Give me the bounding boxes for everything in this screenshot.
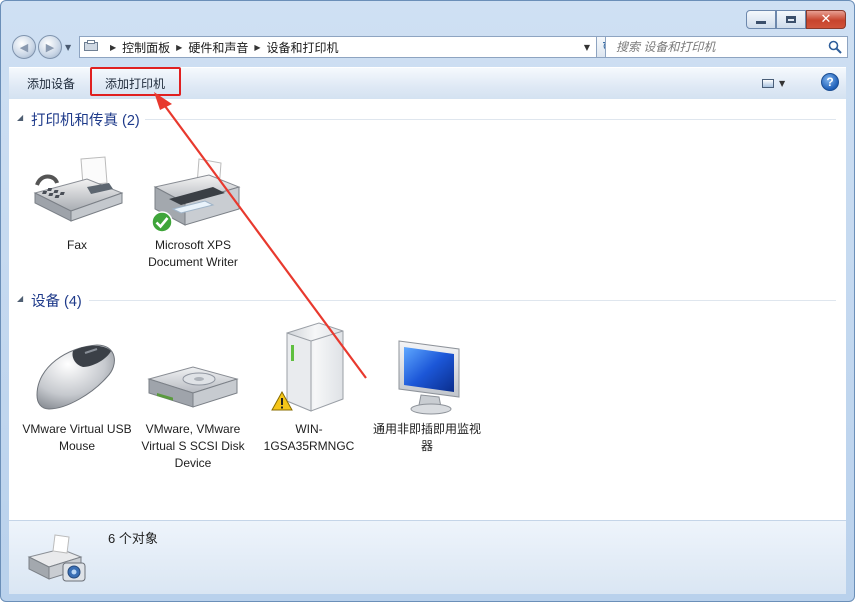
minimize-button[interactable]: [746, 10, 776, 29]
monitor-icon: [377, 337, 477, 421]
breadcrumb-devices-printers[interactable]: 设备和打印机: [267, 39, 339, 56]
warning-icon: [271, 391, 293, 411]
recent-pages-dropdown[interactable]: ▼: [65, 43, 71, 52]
breadcrumb-hardware-sound[interactable]: 硬件和声音: [188, 39, 248, 56]
search-input[interactable]: [614, 39, 818, 55]
default-check-icon: [151, 211, 173, 233]
printer-icon: [143, 153, 243, 237]
arrow-left-icon: ◀: [19, 40, 29, 54]
device-item-scsi-disk[interactable]: VMware, VMware Virtual S SCSI Disk Devic…: [141, 337, 245, 472]
minimize-icon: [756, 21, 766, 24]
group-header-printers[interactable]: ◢ 打印机和传真 (2): [9, 108, 846, 130]
device-item-fax[interactable]: Fax: [27, 153, 127, 254]
collapse-arrow-icon[interactable]: ◢: [17, 113, 23, 122]
chevron-down-icon[interactable]: ▼: [779, 79, 785, 88]
forward-button[interactable]: ▶: [38, 35, 62, 59]
window-caption-buttons: ✕: [746, 10, 846, 29]
breadcrumb-separator-icon[interactable]: ▶: [110, 43, 116, 52]
view-icon: [762, 78, 774, 88]
breadcrumb-separator-icon[interactable]: ▶: [176, 43, 182, 52]
devices-and-printers-window: ✕ ◀ ▶ ▼ ▶ 控制面板 ▶ 硬件和声音 ▶ 设备和打印机 ▼ ↻ 添加设备…: [0, 0, 855, 602]
close-button[interactable]: ✕: [806, 10, 846, 29]
hard-disk-icon: [143, 337, 243, 421]
device-item-xps-writer[interactable]: Microsoft XPS Document Writer: [143, 153, 243, 271]
computer-tower-icon: [259, 321, 359, 421]
devices-and-printers-icon: [27, 534, 86, 582]
breadcrumb-separator-icon[interactable]: ▶: [254, 43, 260, 52]
collapse-arrow-icon[interactable]: ◢: [17, 294, 23, 303]
search-box[interactable]: [605, 36, 848, 58]
help-icon: ?: [826, 75, 834, 89]
add-printer-highlight: [90, 67, 181, 96]
back-button[interactable]: ◀: [12, 35, 36, 59]
add-device-button[interactable]: 添加设备: [27, 75, 75, 92]
device-label: Fax: [66, 238, 87, 252]
address-bar[interactable]: ▶ 控制面板 ▶ 硬件和声音 ▶ 设备和打印机 ▼: [79, 36, 597, 58]
device-label: 通用非即插即用监视器: [372, 422, 481, 453]
maximize-icon: [786, 16, 796, 23]
device-label: VMware Virtual USB Mouse: [22, 422, 132, 453]
fax-icon: [27, 153, 127, 237]
device-item-usb-mouse[interactable]: VMware Virtual USB Mouse: [22, 337, 132, 455]
navigation-bar: ◀ ▶ ▼ ▶ 控制面板 ▶ 硬件和声音 ▶ 设备和打印机 ▼ ↻: [9, 35, 848, 61]
object-count: 6 个对象: [108, 531, 158, 546]
device-item-computer[interactable]: WIN-1GSA35RMNGC: [259, 321, 359, 455]
group-divider: [89, 300, 836, 301]
details-pane: 6 个对象: [9, 520, 846, 594]
device-label: Microsoft XPS Document Writer: [148, 238, 238, 269]
group-title-devices: 设备 (4): [31, 294, 82, 310]
group-header-devices[interactable]: ◢ 设备 (4): [9, 289, 846, 311]
address-history-dropdown[interactable]: ▼: [584, 43, 590, 52]
group-divider: [145, 119, 836, 120]
help-button[interactable]: ?: [821, 73, 839, 91]
close-icon: ✕: [820, 12, 832, 27]
group-title-printers: 打印机和传真 (2): [31, 113, 140, 129]
change-view-button[interactable]: ▼: [762, 76, 788, 90]
breadcrumb-control-panel[interactable]: 控制面板: [122, 39, 170, 56]
arrow-right-icon: ▶: [45, 40, 55, 54]
device-list: ◢ 打印机和传真 (2) Fax Microsoft XPS Document …: [9, 99, 846, 520]
maximize-button[interactable]: [776, 10, 806, 29]
mouse-icon: [27, 337, 127, 421]
device-item-monitor[interactable]: 通用非即插即用监视器: [373, 337, 481, 455]
device-label: VMware, VMware Virtual S SCSI Disk Devic…: [141, 422, 245, 470]
device-label: WIN-1GSA35RMNGC: [263, 422, 355, 453]
search-icon[interactable]: [828, 40, 842, 54]
printer-folder-icon: [84, 40, 100, 54]
